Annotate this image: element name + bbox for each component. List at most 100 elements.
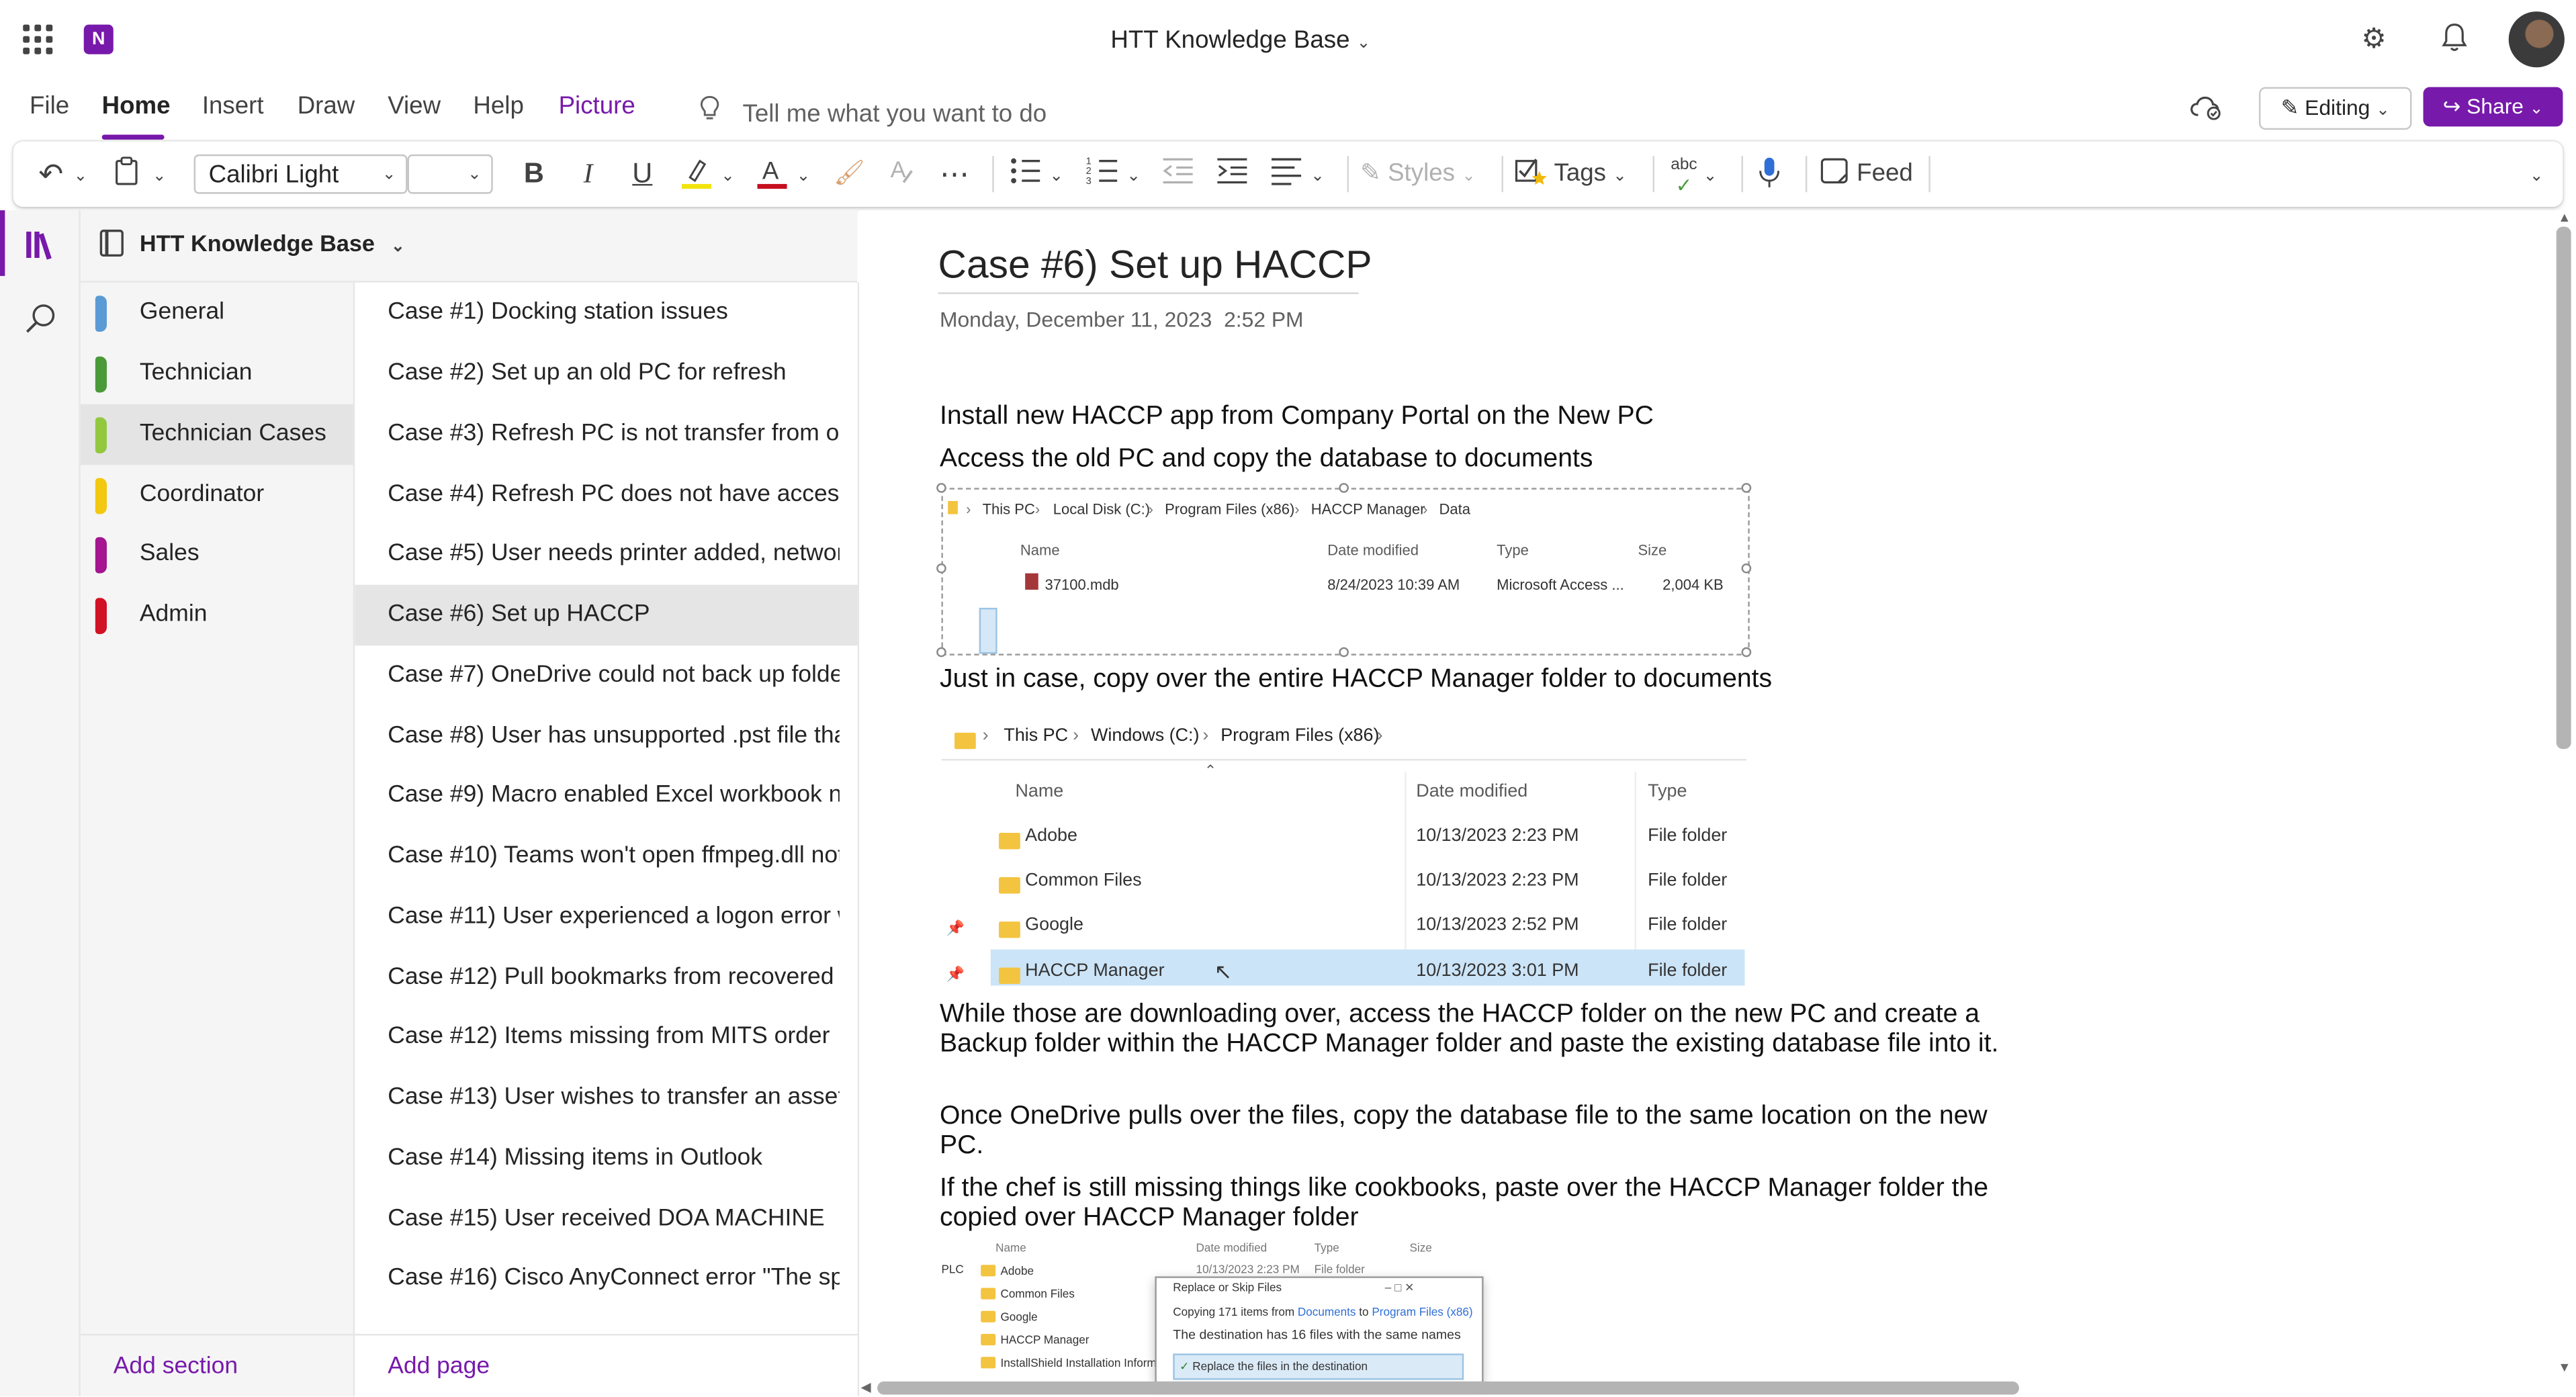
font-size-select[interactable]: ⌄: [407, 154, 493, 194]
numbering-icon[interactable]: 123: [1084, 156, 1120, 192]
scroll-up-arrow-icon[interactable]: ▲: [2558, 210, 2571, 225]
editing-mode-button[interactable]: ✎ Editing ⌄: [2258, 87, 2412, 130]
menu-picture[interactable]: Picture: [559, 92, 635, 120]
share-button[interactable]: ↪ Share ⌄: [2423, 87, 2563, 127]
bullets-dropdown-icon[interactable]: ⌄: [1045, 156, 1068, 192]
resize-handle[interactable]: [1741, 483, 1752, 493]
font-color-dropdown-icon[interactable]: ⌄: [792, 156, 815, 192]
page-item[interactable]: Case #14) Missing items in Outlook: [355, 1128, 857, 1189]
page-item[interactable]: Case #4) Refresh PC does not have access…: [355, 465, 857, 525]
paragraph-align-icon[interactable]: [1268, 156, 1304, 192]
underline-button[interactable]: U: [624, 156, 660, 192]
menu-insert[interactable]: Insert: [202, 92, 264, 120]
page-item[interactable]: Case #7) OneDrive could not back up fold…: [355, 645, 857, 706]
notifications-bell-icon[interactable]: [2438, 23, 2471, 56]
scroll-down-arrow-icon[interactable]: ▼: [2558, 1360, 2571, 1375]
note-paragraph[interactable]: If the chef is still missing things like…: [940, 1175, 2008, 1234]
notebook-title-dropdown[interactable]: HTT Knowledge Base ⌄: [1110, 26, 1370, 54]
page-item[interactable]: Case #10) Teams won't open ffmpeg.dll no…: [355, 826, 857, 887]
bold-button[interactable]: B: [516, 156, 552, 192]
tags-button[interactable]: Tags ⌄: [1515, 156, 1646, 192]
page-item[interactable]: Case #1) Docking station issues: [355, 283, 857, 343]
highlight-color-button[interactable]: [677, 156, 717, 192]
user-avatar[interactable]: [2508, 11, 2565, 68]
bullets-icon[interactable]: [1007, 156, 1043, 192]
page-item[interactable]: Case #2) Set up an old PC for refresh: [355, 343, 857, 404]
add-section-link[interactable]: Add section: [114, 1353, 238, 1380]
numbering-dropdown-icon[interactable]: ⌄: [1122, 156, 1145, 192]
tell-me-search[interactable]: Tell me what you want to do: [700, 95, 1047, 128]
resize-handle[interactable]: [1339, 647, 1349, 658]
resize-handle[interactable]: [1339, 483, 1349, 493]
font-color-button[interactable]: A: [752, 156, 792, 192]
page-item[interactable]: Case #11) User experienced a logon error…: [355, 887, 857, 948]
font-name-select[interactable]: Calibri Light ⌄: [193, 154, 408, 194]
clear-formatting-icon[interactable]: A: [884, 156, 920, 192]
section-general[interactable]: General: [81, 283, 353, 343]
expand-ribbon-icon[interactable]: ⌄: [2524, 156, 2550, 192]
section-coordinator[interactable]: Coordinator: [81, 465, 353, 525]
section-admin[interactable]: Admin: [81, 585, 353, 645]
page-title[interactable]: Case #6) Set up HACCP: [938, 243, 1372, 289]
styles-button[interactable]: ✎ Styles ⌄: [1360, 156, 1495, 192]
clipboard-paste-icon[interactable]: [108, 156, 144, 192]
resize-handle[interactable]: [936, 647, 946, 658]
menu-home[interactable]: Home: [102, 92, 171, 120]
resize-handle[interactable]: [936, 483, 946, 493]
menu-view[interactable]: View: [388, 92, 441, 120]
decrease-indent-icon[interactable]: [1160, 156, 1196, 192]
section-technician[interactable]: Technician: [81, 343, 353, 404]
page-label: Case #9) Macro enabled Excel workbook no…: [388, 782, 840, 809]
file-size: 2,004 KB: [1662, 576, 1724, 593]
feed-button[interactable]: Feed: [1820, 156, 1919, 192]
section-sales[interactable]: Sales: [81, 524, 353, 584]
align-dropdown-icon[interactable]: ⌄: [1306, 156, 1329, 192]
undo-icon[interactable]: ↶: [33, 156, 69, 192]
undo-dropdown-icon[interactable]: ⌄: [69, 156, 92, 192]
page-item[interactable]: Case #15) User received DOA MACHINE: [355, 1189, 857, 1250]
app-launcher-icon[interactable]: [23, 24, 53, 54]
page-item[interactable]: Case #16) Cisco AnyConnect error "The sp…: [355, 1249, 857, 1309]
add-page-link[interactable]: Add page: [388, 1353, 490, 1380]
note-paragraph[interactable]: Once OneDrive pulls over the files, copy…: [940, 1102, 2008, 1161]
note-paragraph[interactable]: Just in case, copy over the entire HACCP…: [940, 666, 2008, 695]
more-options-icon[interactable]: ⋯: [936, 156, 973, 192]
note-paragraph[interactable]: Install new HACCP app from Company Porta…: [940, 402, 2008, 432]
svg-text:3: 3: [1086, 176, 1092, 185]
horizontal-scrollbar[interactable]: [877, 1381, 2019, 1395]
paste-dropdown-icon[interactable]: ⌄: [148, 156, 171, 192]
page-item[interactable]: Case #8) User has unsupported .pst file …: [355, 707, 857, 767]
note-paragraph[interactable]: Access the old PC and copy the database …: [940, 445, 2008, 475]
page-item[interactable]: Case #3) Refresh PC is not transfer from…: [355, 404, 857, 465]
settings-gear-icon[interactable]: ⚙: [2358, 23, 2391, 56]
search-icon[interactable]: [23, 301, 59, 337]
resize-handle[interactable]: [936, 563, 946, 574]
menu-file[interactable]: File: [30, 92, 69, 120]
page-item-active[interactable]: Case #6) Set up HACCP: [355, 584, 858, 646]
page-item[interactable]: Case #12) Pull bookmarks from recovered …: [355, 948, 857, 1008]
notebook-title[interactable]: HTT Knowledge Base ⌄: [140, 230, 405, 256]
scroll-left-arrow-icon[interactable]: ◀: [861, 1380, 871, 1394]
italic-button[interactable]: I: [570, 156, 607, 192]
page-item[interactable]: Case #9) Macro enabled Excel workbook no…: [355, 766, 857, 826]
page-item[interactable]: Case #5) User needs printer added, netwo…: [355, 524, 857, 584]
pin-icon: 📌: [946, 919, 965, 937]
resize-handle[interactable]: [1741, 647, 1752, 658]
highlight-dropdown-icon[interactable]: ⌄: [716, 156, 739, 192]
styles-label: Styles: [1388, 159, 1456, 187]
dictate-microphone-icon[interactable]: [1751, 156, 1787, 192]
page-label: Case #15) User received DOA MACHINE: [388, 1206, 825, 1232]
spelling-dropdown-icon[interactable]: ⌄: [1699, 156, 1722, 192]
page-item[interactable]: Case #12) Items missing from MITS order: [355, 1007, 857, 1067]
vertical-scrollbar[interactable]: [2556, 226, 2571, 750]
section-technician-cases[interactable]: Technician Cases: [80, 404, 353, 465]
page-item[interactable]: Case #13) User wishes to transfer an ass…: [355, 1068, 857, 1128]
increase-indent-icon[interactable]: [1214, 156, 1250, 192]
menu-help[interactable]: Help: [473, 92, 523, 120]
menu-draw[interactable]: Draw: [298, 92, 355, 120]
resize-handle[interactable]: [1741, 563, 1752, 574]
format-painter-icon[interactable]: 🖌: [832, 156, 868, 192]
sync-status-icon[interactable]: [2190, 93, 2223, 123]
note-paragraph[interactable]: While those are downloading over, access…: [940, 1000, 2008, 1059]
notebooks-library-icon[interactable]: [23, 227, 59, 263]
